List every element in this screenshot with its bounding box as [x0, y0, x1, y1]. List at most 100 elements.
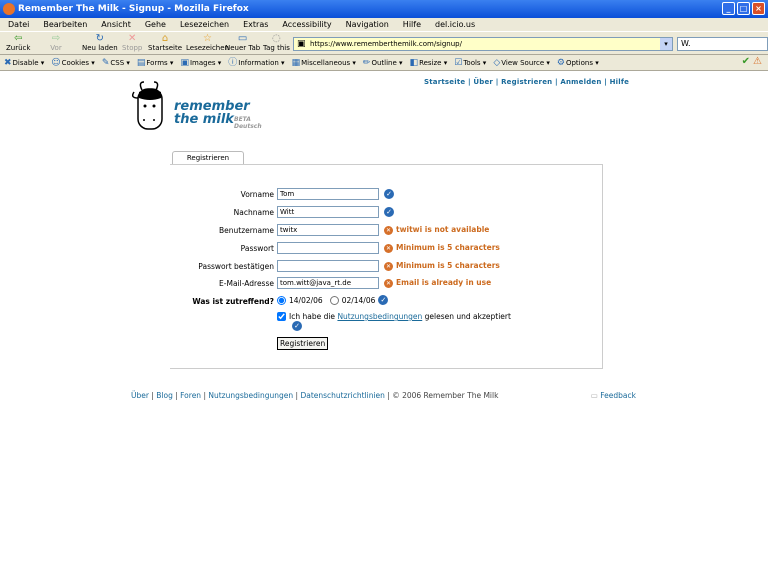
home-button[interactable]: ⌂ Startseite — [148, 34, 182, 53]
back-arrow-icon: ⇦ — [14, 33, 23, 44]
forward-button[interactable]: ⇨ Vor — [50, 33, 62, 53]
confirm-password-field[interactable] — [277, 260, 379, 272]
close-button[interactable]: × — [752, 2, 765, 15]
dropdown-arrow-icon: ▾ — [592, 59, 599, 67]
devbar-menu[interactable]: ◧Resize ▾ — [410, 55, 448, 70]
tab-registrieren[interactable]: Registrieren — [172, 151, 244, 165]
footer-link[interactable]: Nutzungsbedingungen — [208, 391, 293, 400]
nav-link[interactable]: Hilfe — [610, 78, 629, 86]
tag-this-button[interactable]: ◌ Tag this — [263, 34, 290, 53]
stop-button[interactable]: ✕ Stopp — [122, 34, 142, 53]
firefox-icon — [3, 3, 15, 15]
devbar-menu[interactable]: ☺Cookies ▾ — [51, 55, 95, 70]
form-row-nachname: Nachname Witt ✓ — [170, 206, 610, 219]
devbar-icon: ◇ — [493, 58, 501, 68]
devbar-menu[interactable]: ▤Forms ▾ — [137, 55, 174, 70]
devbar-menu[interactable]: ◇View Source ▾ — [493, 55, 550, 70]
form-row-benutzername: Benutzername twitx ✕ twitwi is not availa… — [219, 224, 490, 236]
site-icon: ▣ — [297, 39, 306, 49]
error-message: ✕ Email is already in use — [384, 278, 492, 288]
check-icon: ✓ — [378, 295, 389, 305]
forward-arrow-icon: ⇨ — [51, 33, 61, 44]
nav-link[interactable]: Über — [473, 78, 493, 86]
maximize-button[interactable]: □ — [737, 2, 750, 15]
form-row-passwort: Passwort ✕ Minimum is 5 characters — [240, 242, 500, 254]
menu-item[interactable]: del.icio.us — [435, 18, 475, 31]
menu-item[interactable]: Extras — [243, 18, 268, 31]
devbar-menu[interactable]: ✖Disable ▾ — [4, 55, 44, 70]
menu-item[interactable]: Ansicht — [101, 18, 131, 31]
footer-link[interactable]: Blog — [156, 391, 173, 400]
dropdown-arrow-icon: ▾ — [396, 59, 403, 67]
dropdown-arrow-icon: ▾ — [350, 59, 356, 67]
url-dropdown-icon[interactable]: ▾ — [660, 38, 672, 50]
nav-link[interactable]: Anmelden — [560, 78, 601, 86]
nav-link[interactable]: Startseite — [424, 78, 465, 86]
last-name-field[interactable]: Witt — [277, 206, 379, 218]
footer-link[interactable]: Datenschutzrichtlinien — [300, 391, 384, 400]
devbar-icon: ⓘ — [228, 58, 238, 68]
new-tab-button[interactable]: ▭ Neuer Tab — [225, 34, 260, 53]
menu-item[interactable]: Bearbeiten — [43, 18, 87, 31]
back-button[interactable]: ⇦ Zurück — [6, 33, 30, 53]
speech-bubble-icon: ▭ — [590, 391, 598, 400]
reload-button[interactable]: ↻ Neu laden — [82, 33, 118, 53]
dropdown-arrow-icon: ▾ — [215, 59, 222, 67]
devbar-menu[interactable]: ⚙Options ▾ — [557, 55, 599, 70]
form-row-passwort-bestaetigen: Passwort bestätigen ✕ Minimum is 5 charac… — [198, 260, 500, 272]
footer-link[interactable]: Foren — [180, 391, 201, 400]
dropdown-arrow-icon: ▾ — [544, 59, 550, 67]
dropdown-arrow-icon: ▾ — [480, 59, 487, 67]
bookmarks-button[interactable]: ☆ Lesezeichen — [186, 33, 229, 53]
search-box[interactable]: W. — [677, 37, 768, 51]
first-name-field[interactable]: Tom — [277, 188, 379, 200]
devbar-menu[interactable]: ✏Outline ▾ — [363, 55, 403, 70]
footer-link[interactable]: Über — [131, 391, 149, 400]
terms-link[interactable]: Nutzungsbedingungen — [337, 312, 422, 321]
minimize-button[interactable]: _ — [722, 2, 735, 15]
username-field[interactable]: twitx — [277, 224, 379, 236]
error-icon: ✕ — [384, 226, 393, 235]
reload-icon: ↻ — [95, 33, 104, 44]
devbar-icon: ☑ — [454, 58, 463, 68]
rtm-logo[interactable]: remember the milk BETA Deutsch — [130, 80, 280, 135]
menu-item[interactable]: Accessibility — [282, 18, 331, 31]
dropdown-arrow-icon: ▾ — [89, 59, 95, 67]
dropdown-arrow-icon: ▾ — [124, 59, 130, 67]
menu-item[interactable]: Gehe — [145, 18, 166, 31]
warning-icon[interactable]: ⚠ — [753, 56, 762, 67]
dropdown-arrow-icon: ▾ — [167, 59, 174, 67]
error-message: ✕ Minimum is 5 characters — [384, 243, 500, 253]
dropdown-arrow-icon: ▾ — [38, 59, 45, 67]
devbar-menu[interactable]: ⓘInformation ▾ — [228, 55, 284, 70]
date-format-radio-1[interactable] — [277, 295, 286, 305]
menu-item[interactable]: Lesezeichen — [180, 18, 229, 31]
date-format-radio-2[interactable] — [329, 295, 339, 305]
terms-checkbox[interactable] — [277, 312, 286, 321]
devbar-menu[interactable]: ✎CSS ▾ — [102, 55, 130, 70]
email-field[interactable]: tom.witt@java_rt.de — [277, 277, 379, 289]
star-icon: ☆ — [203, 33, 212, 44]
feedback-link[interactable]: ▭ Feedback — [591, 391, 636, 400]
devbar-icon: ☺ — [51, 58, 61, 68]
nav-link[interactable]: Registrieren — [501, 78, 552, 86]
devbar-menu[interactable]: ▣Images ▾ — [180, 55, 221, 70]
devbar-icon: ✏ — [362, 58, 371, 68]
url-bar[interactable]: ▣ https://www.rememberthemilk.com/signup/… — [293, 37, 673, 51]
register-button[interactable]: Registrieren — [277, 337, 329, 350]
menu-item[interactable]: Hilfe — [403, 18, 421, 31]
error-message: ✕ twitwi is not available — [384, 225, 490, 235]
menu-item[interactable]: Datei — [8, 18, 29, 31]
terms-row: Ich habe die Nutzungsbedingungen gelesen… — [277, 312, 511, 321]
footer: Über | Blog | Foren | Nutzungsbedingunge… — [131, 391, 636, 400]
password-field[interactable] — [277, 242, 379, 254]
devbar-icon: ✎ — [101, 58, 110, 68]
form-row-vorname: Vorname Tom ✓ — [170, 188, 610, 201]
menu-item[interactable]: Navigation — [346, 18, 389, 31]
valid-icon[interactable]: ✔ — [742, 56, 750, 67]
dropdown-arrow-icon: ▾ — [441, 59, 448, 67]
devbar-icon: ◧ — [409, 58, 419, 68]
devbar-menu[interactable]: ▦Miscellaneous ▾ — [292, 55, 356, 70]
error-message: ✕ Minimum is 5 characters — [384, 261, 500, 271]
devbar-menu[interactable]: ☑Tools ▾ — [454, 55, 486, 70]
